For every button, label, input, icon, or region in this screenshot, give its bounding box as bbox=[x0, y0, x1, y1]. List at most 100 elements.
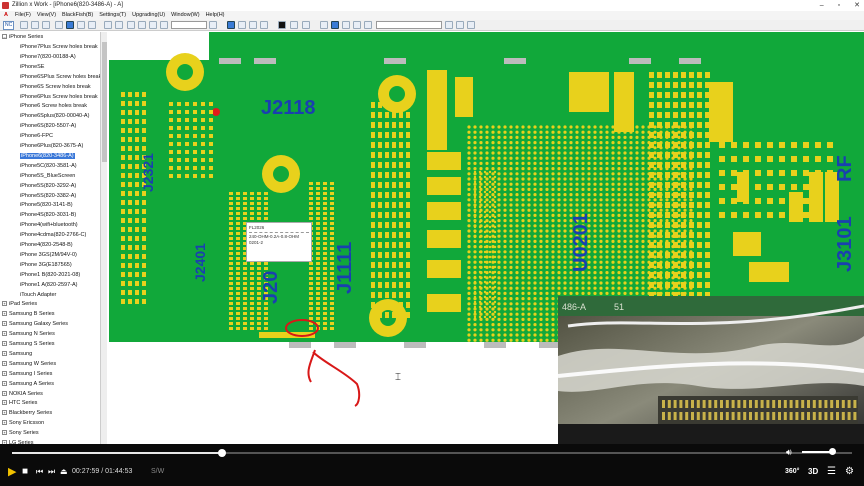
menu-settings[interactable]: Settings(T) bbox=[96, 11, 129, 20]
play-icon[interactable]: ▶ bbox=[8, 466, 16, 478]
tool-fit-icon[interactable] bbox=[138, 21, 146, 29]
sw-toggle[interactable]: S/W bbox=[151, 468, 164, 475]
tree-series[interactable]: + Samsung N Series bbox=[2, 329, 55, 339]
expand-icon[interactable]: + bbox=[2, 420, 7, 426]
expand-icon[interactable]: + bbox=[2, 430, 7, 436]
save-icon[interactable] bbox=[445, 21, 453, 29]
menu-window[interactable]: Window(W) bbox=[168, 11, 202, 20]
expand-icon[interactable]: + bbox=[2, 360, 7, 366]
color-white-icon[interactable] bbox=[290, 21, 298, 29]
measure-icon[interactable] bbox=[364, 21, 372, 29]
tree-item[interactable]: iPhone4S(820-3031-B) bbox=[20, 210, 76, 220]
tree-item[interactable]: iPhone7Plus Screw holes break bbox=[20, 42, 98, 52]
tree-series[interactable]: + Samsung bbox=[2, 349, 32, 359]
tree-item[interactable]: iPhone7(820-00188-A) bbox=[20, 52, 76, 62]
tree-item[interactable]: iPhone6-FPC bbox=[20, 131, 53, 141]
menu-upgrading[interactable]: Upgrading(U) bbox=[129, 11, 168, 20]
print-icon[interactable] bbox=[467, 21, 475, 29]
maximize-button[interactable]: ▫ bbox=[838, 0, 840, 11]
menu-view[interactable]: View(V) bbox=[34, 11, 59, 20]
tool-home-icon[interactable] bbox=[127, 21, 135, 29]
collapse-icon[interactable]: – bbox=[2, 34, 7, 40]
tree-series[interactable]: + iPad Series bbox=[2, 299, 37, 309]
tree-series[interactable]: + Blackberry Series bbox=[2, 408, 52, 418]
line-tool-icon[interactable] bbox=[249, 21, 257, 29]
tree-item[interactable]: iPhone6SPlus Screw holes break bbox=[20, 72, 101, 82]
tree-item[interactable]: iPhone6Plus Screw holes break bbox=[20, 92, 98, 102]
net-select[interactable] bbox=[376, 21, 442, 29]
tree-item[interactable]: iPhone4(wifi+bluetooth) bbox=[20, 220, 78, 230]
expand-icon[interactable]: + bbox=[2, 341, 7, 347]
playlist-icon[interactable]: ☰ bbox=[827, 466, 836, 478]
tool-copy-icon[interactable] bbox=[31, 21, 39, 29]
tree-item[interactable]: iPhone5S(820-3382-A) bbox=[20, 191, 76, 201]
tree-item[interactable]: iPhone6S(820-5507-A) bbox=[20, 121, 76, 131]
tree-item[interactable]: iPhone 3G(E187565) bbox=[20, 260, 72, 270]
tool-grid-icon[interactable] bbox=[77, 21, 85, 29]
tree-item[interactable]: iPhone1 A(820-2597-A) bbox=[20, 280, 77, 290]
text-tool-icon[interactable] bbox=[238, 21, 246, 29]
expand-icon[interactable]: + bbox=[2, 400, 7, 406]
close-button[interactable]: ✕ bbox=[854, 0, 860, 11]
tree-item[interactable]: iPhoneSE bbox=[20, 62, 44, 72]
tree-item[interactable]: iPhone6 Screw holes break bbox=[20, 101, 87, 111]
search-input[interactable] bbox=[171, 21, 207, 29]
3d-button[interactable]: 3D bbox=[808, 466, 818, 478]
tree-series[interactable]: + Samsung I Series bbox=[2, 369, 52, 379]
tree-item[interactable]: iPhone5S(820-3292-A) bbox=[20, 181, 76, 191]
pin-icon[interactable] bbox=[353, 21, 361, 29]
volume-icon[interactable]: 🔊︎ bbox=[786, 446, 792, 458]
rect-tool-icon[interactable] bbox=[260, 21, 268, 29]
expand-icon[interactable]: + bbox=[2, 410, 7, 416]
previous-icon[interactable]: ⏮ bbox=[36, 466, 43, 478]
nc-button[interactable]: NC bbox=[3, 21, 15, 30]
tree-series[interactable]: + Samsung W Series bbox=[2, 359, 56, 369]
expand-icon[interactable]: + bbox=[2, 301, 7, 307]
net-icon[interactable] bbox=[331, 21, 339, 29]
expand-icon[interactable]: + bbox=[2, 370, 7, 376]
next-icon[interactable]: ⏭ bbox=[48, 466, 55, 478]
layer-icon[interactable] bbox=[320, 21, 328, 29]
tool-board-icon[interactable] bbox=[66, 21, 74, 29]
part-icon[interactable] bbox=[342, 21, 350, 29]
color-black-icon[interactable] bbox=[278, 21, 286, 29]
tree-item[interactable]: iTouch Adapter bbox=[20, 290, 56, 300]
scrollbar-thumb[interactable] bbox=[102, 42, 107, 162]
menu-help[interactable]: Help(H) bbox=[203, 11, 228, 20]
minimize-button[interactable]: – bbox=[820, 0, 824, 11]
tree-item[interactable]: iPhone 3GS(2M/94V-0) bbox=[20, 250, 77, 260]
tree-series[interactable]: + Samsung B Series bbox=[2, 309, 55, 319]
stop-icon[interactable]: ■ bbox=[22, 466, 28, 478]
export-icon[interactable] bbox=[456, 21, 464, 29]
go-icon[interactable] bbox=[209, 21, 217, 29]
tree-item[interactable]: iPhone5C(820-3581-A) bbox=[20, 161, 77, 171]
expand-icon[interactable]: + bbox=[2, 390, 7, 396]
expand-icon[interactable]: + bbox=[2, 331, 7, 337]
tree-root[interactable]: – iPhone Series bbox=[2, 32, 43, 42]
expand-icon[interactable]: + bbox=[2, 311, 7, 317]
menu-blackfish[interactable]: BlackFish(B) bbox=[59, 11, 96, 20]
tree-item[interactable]: iPhone4cdma(820-2766-C) bbox=[20, 230, 86, 240]
tool-prev-icon[interactable] bbox=[149, 21, 157, 29]
tree-series[interactable]: + Sony Series bbox=[2, 428, 39, 438]
select-tool-icon[interactable] bbox=[227, 21, 235, 29]
expand-icon[interactable]: + bbox=[2, 321, 7, 327]
progress-handle[interactable] bbox=[218, 449, 226, 457]
zoom-out-icon[interactable] bbox=[115, 21, 123, 29]
stamp-icon[interactable] bbox=[302, 21, 310, 29]
tool-next-icon[interactable] bbox=[160, 21, 168, 29]
tree-series[interactable]: + Samsung S Series bbox=[2, 339, 55, 349]
tree-item[interactable]: iPhone5S_BlueScreen bbox=[20, 171, 75, 181]
eject-icon[interactable]: ⏏ bbox=[60, 466, 68, 478]
zoom-in-icon[interactable] bbox=[104, 21, 112, 29]
tree-item[interactable]: iPhone6Plus(820-3675-A) bbox=[20, 141, 83, 151]
tool-info-icon[interactable] bbox=[55, 21, 63, 29]
vr-360-button[interactable]: 360° bbox=[785, 466, 799, 478]
menu-file[interactable]: File(F) bbox=[12, 11, 34, 20]
expand-icon[interactable]: + bbox=[2, 380, 7, 386]
tree-series[interactable]: + Samsung Galaxy Series bbox=[2, 319, 68, 329]
volume-handle[interactable] bbox=[829, 448, 836, 455]
tool-flip-icon[interactable] bbox=[88, 21, 96, 29]
tool-cut-icon[interactable] bbox=[20, 21, 28, 29]
sidebar-scrollbar[interactable] bbox=[100, 32, 107, 444]
